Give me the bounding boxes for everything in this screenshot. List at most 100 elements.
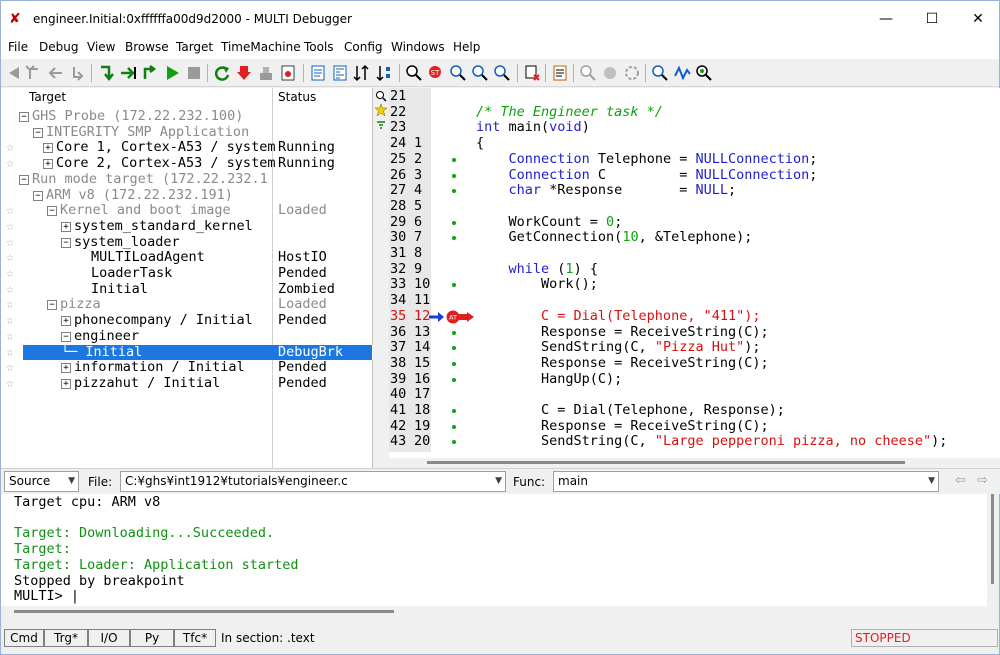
tree-expander-icon[interactable]: − [33,127,43,138]
command-console[interactable]: Target cpu: ARM v8 Target: Downloading...… [1,494,987,606]
restart-icon[interactable] [213,64,231,82]
scrollbar-thumb[interactable] [991,494,994,584]
tab-trg[interactable]: Trg* [44,629,88,647]
bookmark-star-icon[interactable] [375,104,387,116]
menu-file[interactable]: File [8,40,28,54]
go-icon[interactable] [163,64,181,82]
favorite-star-icon[interactable]: ☆ [6,297,14,313]
source-line[interactable]: 23 int main(void) [389,120,1000,136]
tree-expander-icon[interactable]: + [43,159,53,170]
menu-help[interactable]: Help [453,40,480,54]
zoom-out-icon[interactable] [493,64,511,82]
source-line[interactable]: 36 13 Response = ReceiveString(C); [389,324,1000,341]
source-line[interactable]: 33 10 Work(); [389,277,1000,293]
source-line[interactable]: 24 1 { [389,135,1000,152]
scrollbar-thumb[interactable] [427,461,905,464]
profile-icon[interactable] [623,64,641,82]
target-tree-row[interactable]: − GHS Probe (172.22.232.100) [1,109,373,125]
target-tree-row[interactable]: − ARM v8 (172.22.232.191) [1,188,373,204]
breakpoint-slot-dot-icon[interactable] [452,220,456,225]
favorite-star-icon[interactable]: ☆ [6,266,14,282]
target-tree-row[interactable]: − Run mode target (172.22.232.1 [1,172,373,188]
source-line[interactable]: 31 8 [389,245,1000,262]
source-line[interactable]: 32 9 while (1) { [389,261,1000,278]
target-tree-row[interactable]: ☆ + system_standard_kernel [1,219,373,235]
source-line[interactable]: 42 19 Response = ReceiveString(C); [389,418,1000,435]
tree-expander-icon[interactable]: − [61,331,71,342]
source-pane[interactable]: 21 22/* The Engineer task */23 int main(vo… [389,88,1000,468]
target-tree-row[interactable]: ☆ + Core 1, Cortex-A53 / system Running [1,140,373,156]
tree-expander-icon[interactable]: − [19,174,29,185]
target-tree-row[interactable]: ☆ LoaderTask Pended [1,265,373,282]
menu-timemachine[interactable]: TimeMachine [221,40,301,54]
menu-browse[interactable]: Browse [125,40,169,54]
target-tree-row[interactable]: ☆ └─ Initial DebugBrk [1,344,373,361]
source-view-icon[interactable] [309,64,327,82]
tree-expander-icon[interactable]: + [61,221,71,232]
tab-io[interactable]: I/O [88,629,130,647]
status-column-header[interactable]: Status [278,88,316,106]
favorite-star-icon[interactable]: ☆ [6,329,14,345]
halt-icon[interactable] [185,64,203,82]
source-line[interactable]: 40 17 [389,387,1000,403]
favorite-star-icon[interactable]: ☆ [6,140,14,156]
console-horizontal-scrollbar[interactable] [1,606,999,616]
breakpoint-slot-dot-icon[interactable] [452,424,456,429]
target-tree-row[interactable]: ☆ + phonecompany / Initial Pended [1,312,373,329]
hand-icon[interactable] [601,64,619,82]
tree-expander-icon[interactable]: − [47,206,57,217]
target-tree-row[interactable]: ☆ − engineer [1,329,373,345]
source-line[interactable]: 38 15 Response = ReceiveString(C); [389,355,1000,372]
tree-expander-icon[interactable]: − [47,300,57,311]
target-tree-row[interactable]: ☆ + information / Initial Pended [1,359,373,376]
source-line[interactable]: 29 6 WorkCount = 0; [389,214,1000,231]
breakpoint-slot-dot-icon[interactable] [452,346,456,351]
search-icon[interactable] [405,64,423,82]
tab-py[interactable]: Py [130,629,174,647]
tree-expander-icon[interactable]: − [61,237,71,248]
browse-icon[interactable] [651,64,669,82]
target-tree-row[interactable]: ☆ − system_loader [1,235,373,251]
menu-debug[interactable]: Debug [39,40,78,54]
nav-forward-icon[interactable]: ⇨ [977,473,988,488]
return-icon[interactable] [47,64,65,82]
favorite-star-icon[interactable]: ☆ [6,376,14,392]
menu-target[interactable]: Target [176,40,213,54]
breakpoint-slot-dot-icon[interactable] [452,377,456,382]
breakpoint-slot-dot-icon[interactable] [452,440,456,445]
up-stack-icon[interactable] [25,64,43,82]
breakpoint-slot-dot-icon[interactable] [452,173,456,178]
nav-back-icon[interactable]: ⇦ [955,473,966,488]
console-vertical-scrollbar[interactable] [987,494,999,606]
target-tree-row[interactable]: ☆ − pizza Loaded [1,297,373,313]
trace-search-icon[interactable] [579,64,597,82]
notes-icon[interactable] [551,64,569,82]
view-mode-select[interactable]: Source ▼ [4,471,79,492]
step-into-icon[interactable] [97,64,115,82]
maximize-button[interactable]: ☐ [909,1,955,37]
sort-icon[interactable] [375,64,393,82]
source-line[interactable]: 41 18 C = Dial(Telephone, Response); [389,402,1000,419]
source-line[interactable]: 37 14 SendString(C, "Pizza Hut"); [389,339,1000,356]
favorite-star-icon[interactable]: ☆ [6,313,14,329]
tab-cmd[interactable]: Cmd [4,629,44,647]
tree-expander-icon[interactable]: − [19,112,29,122]
close-button[interactable]: ✕ [955,1,1000,37]
breakpoint-slot-dot-icon[interactable] [452,236,456,241]
tree-expander-icon[interactable]: + [61,363,71,374]
source-line[interactable]: 30 7 GetConnection(10, &Telephone); [389,229,1000,246]
target-tree-row[interactable]: − INTEGRITY SMP Application [1,125,373,141]
tree-expander-icon[interactable]: + [61,316,71,327]
function-input[interactable]: main ▼ [553,471,939,492]
step-out-icon[interactable] [141,64,159,82]
zoom-icon[interactable] [375,90,387,102]
load-icon[interactable] [257,64,275,82]
favorite-star-icon[interactable]: ☆ [6,360,14,376]
source-line[interactable]: 28 5 [389,198,1000,215]
target-tree-row[interactable]: ☆ Initial Zombied [1,281,373,298]
source-line[interactable]: 27 4 char *Response = NULL; [389,182,1000,199]
filter-icon[interactable] [375,119,387,131]
tree-expander-icon[interactable]: + [43,143,53,154]
favorite-star-icon[interactable]: ☆ [6,250,14,266]
menu-tools[interactable]: Tools [304,40,334,54]
